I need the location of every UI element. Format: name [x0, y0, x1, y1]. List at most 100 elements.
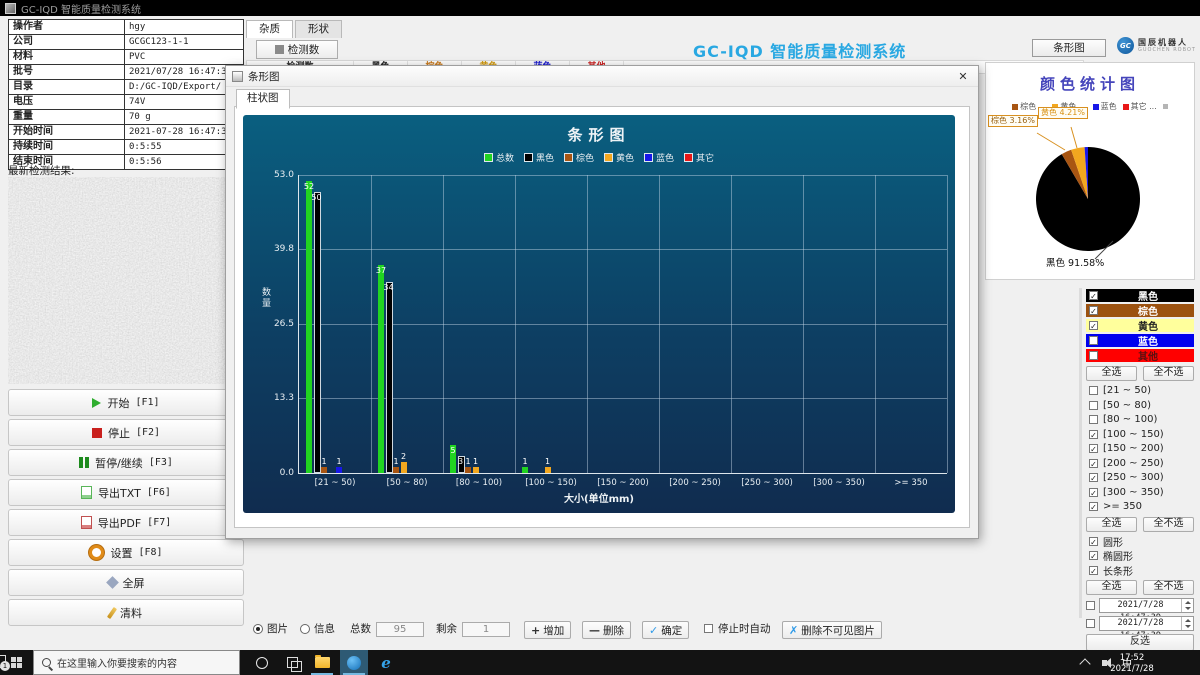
tab-杂质[interactable]: 杂质 [246, 20, 293, 38]
total-input[interactable]: 95 [376, 622, 424, 637]
checkbox[interactable] [1089, 551, 1098, 560]
y-tick-label: 53.0 [274, 170, 294, 180]
checkbox[interactable] [1089, 336, 1098, 345]
size-filter[interactable]: [21 ~ 50) [1086, 384, 1194, 397]
checkbox[interactable] [1089, 291, 1098, 300]
select-all-button[interactable]: 全选 [1086, 517, 1137, 532]
clean-button[interactable]: 清料 [8, 599, 244, 626]
size-filter[interactable]: [100 ~ 150) [1086, 428, 1194, 441]
delete-button[interactable]: — 删除 [582, 621, 631, 639]
search-input[interactable]: 在这里输入你要搜索的内容 [33, 650, 240, 675]
color-filter-其他[interactable]: 其他 [1086, 349, 1194, 362]
stop-button[interactable]: 停止[F2] [8, 419, 244, 446]
export-txt-button[interactable]: 导出TXT[F6] [8, 479, 244, 506]
auto-stop-checkbox[interactable] [704, 624, 713, 633]
radio-info-label[interactable]: 信息 [314, 622, 335, 636]
size-filter[interactable]: [50 ~ 80) [1086, 399, 1194, 412]
size-filter[interactable]: [250 ~ 300) [1086, 471, 1194, 484]
export-txt-label: 导出TXT [98, 485, 141, 501]
checkbox[interactable] [1089, 351, 1098, 360]
remain-input[interactable]: 1 [462, 622, 510, 637]
radio-image-label[interactable]: 图片 [267, 622, 288, 636]
checkbox[interactable] [1089, 566, 1098, 575]
color-filter-label: 棕色 [1102, 303, 1194, 318]
auto-stop-label[interactable]: 停止时自动 [718, 622, 771, 636]
spin-down-icon[interactable] [1182, 624, 1193, 631]
notification-button[interactable]: 1 [0, 655, 6, 668]
close-icon[interactable]: ✕ [954, 70, 972, 83]
checkbox[interactable] [1089, 306, 1098, 315]
size-filter[interactable]: [150 ~ 200) [1086, 442, 1194, 455]
confirm-button[interactable]: ✓ 确定 [642, 621, 689, 639]
file-explorer-button[interactable] [308, 650, 336, 675]
spin-down-icon[interactable] [1182, 606, 1193, 613]
checkbox[interactable] [1089, 321, 1098, 330]
checkbox[interactable] [1089, 415, 1098, 424]
add-button[interactable]: + 增加 [524, 621, 571, 639]
info-row-label: 开始时间 [9, 125, 125, 139]
datetime-input[interactable]: 2021/7/28 16:47:39 [1099, 598, 1194, 613]
scrollbar-divider[interactable] [1079, 288, 1082, 618]
detect-count-button[interactable]: 检测数 [256, 40, 338, 59]
color-filter-黄色[interactable]: 黄色 [1086, 319, 1194, 332]
bar-chart-dialog: 条形图 ✕ 柱状图 条形图 总数黑色棕色黄色蓝色其它 53.039.826.51… [225, 65, 979, 539]
datetime-input[interactable]: 2021/7/28 16:47:39 [1099, 616, 1194, 631]
checkbox[interactable] [1086, 601, 1095, 610]
color-filter-蓝色[interactable]: 蓝色 [1086, 334, 1194, 347]
shape-filter-长条形[interactable]: 长条形 [1086, 564, 1194, 577]
dialog-titlebar[interactable]: 条形图 ✕ [226, 66, 978, 87]
color-filter-棕色[interactable]: 棕色 [1086, 304, 1194, 317]
select-all-button[interactable]: 全选 [1086, 366, 1137, 381]
select-all-button[interactable]: 全选 [1086, 580, 1137, 595]
task-view-button[interactable] [278, 650, 306, 675]
invert-button[interactable]: 反选 [1086, 634, 1194, 651]
checkbox[interactable] [1089, 473, 1098, 482]
checkbox[interactable] [1089, 444, 1098, 453]
select-none-button[interactable]: 全不选 [1143, 580, 1194, 595]
start-button[interactable]: 开始[F1] [8, 389, 244, 416]
settings-button[interactable]: 设置[F8] [8, 539, 244, 566]
ie-button[interactable]: e [372, 650, 400, 675]
shape-filter-椭圆形[interactable]: 椭圆形 [1086, 549, 1194, 562]
radio-image[interactable] [253, 624, 263, 634]
gridline [803, 175, 804, 473]
spinner[interactable] [1181, 617, 1193, 630]
bar-chart-button[interactable]: 条形图 [1032, 39, 1106, 57]
bar [522, 467, 528, 473]
pie-legend: 棕色 ...黄色 ...蓝色其它 ... [986, 101, 1194, 112]
bar [473, 467, 479, 473]
tab-histogram[interactable]: 柱状图 [236, 89, 290, 109]
delete-invisible-button[interactable]: ✗ 删除不可见图片 [782, 621, 882, 639]
radio-info[interactable] [300, 624, 310, 634]
size-filter[interactable]: [80 ~ 100) [1086, 413, 1194, 426]
cortana-button[interactable] [248, 650, 276, 675]
checkbox[interactable] [1089, 430, 1098, 439]
legend-swatch [1123, 104, 1129, 110]
size-filter[interactable]: [200 ~ 250) [1086, 457, 1194, 470]
checkbox[interactable] [1089, 537, 1098, 546]
color-filter-黑色[interactable]: 黑色 [1086, 289, 1194, 302]
bar-value-label: 50 [311, 193, 321, 202]
active-app-button[interactable] [340, 650, 368, 675]
checkbox[interactable] [1089, 401, 1098, 410]
size-filter[interactable]: >= 350 [1086, 500, 1194, 513]
export-pdf-button[interactable]: 导出PDF[F7] [8, 509, 244, 536]
spinner[interactable] [1181, 599, 1193, 612]
checkbox[interactable] [1089, 459, 1098, 468]
checkbox[interactable] [1086, 619, 1095, 628]
fullscreen-button[interactable]: 全屏 [8, 569, 244, 596]
checkbox[interactable] [1089, 502, 1098, 511]
select-none-button[interactable]: 全不选 [1143, 366, 1194, 381]
tray-expand-button[interactable] [1076, 650, 1094, 675]
legend-item: 蓝色 [644, 151, 674, 164]
shape-filter-圆形[interactable]: 圆形 [1086, 535, 1194, 548]
tab-形状[interactable]: 形状 [295, 20, 342, 38]
checkbox[interactable] [1089, 386, 1098, 395]
clock[interactable]: 17:52 2021/7/28 [1104, 653, 1160, 674]
pie-leader-line [1037, 133, 1065, 150]
checkbox[interactable] [1089, 488, 1098, 497]
select-none-button[interactable]: 全不选 [1143, 517, 1194, 532]
pause-resume-button[interactable]: 暂停/继续[F3] [8, 449, 244, 476]
size-filter[interactable]: [300 ~ 350) [1086, 486, 1194, 499]
pie-leader-line [1071, 127, 1077, 148]
